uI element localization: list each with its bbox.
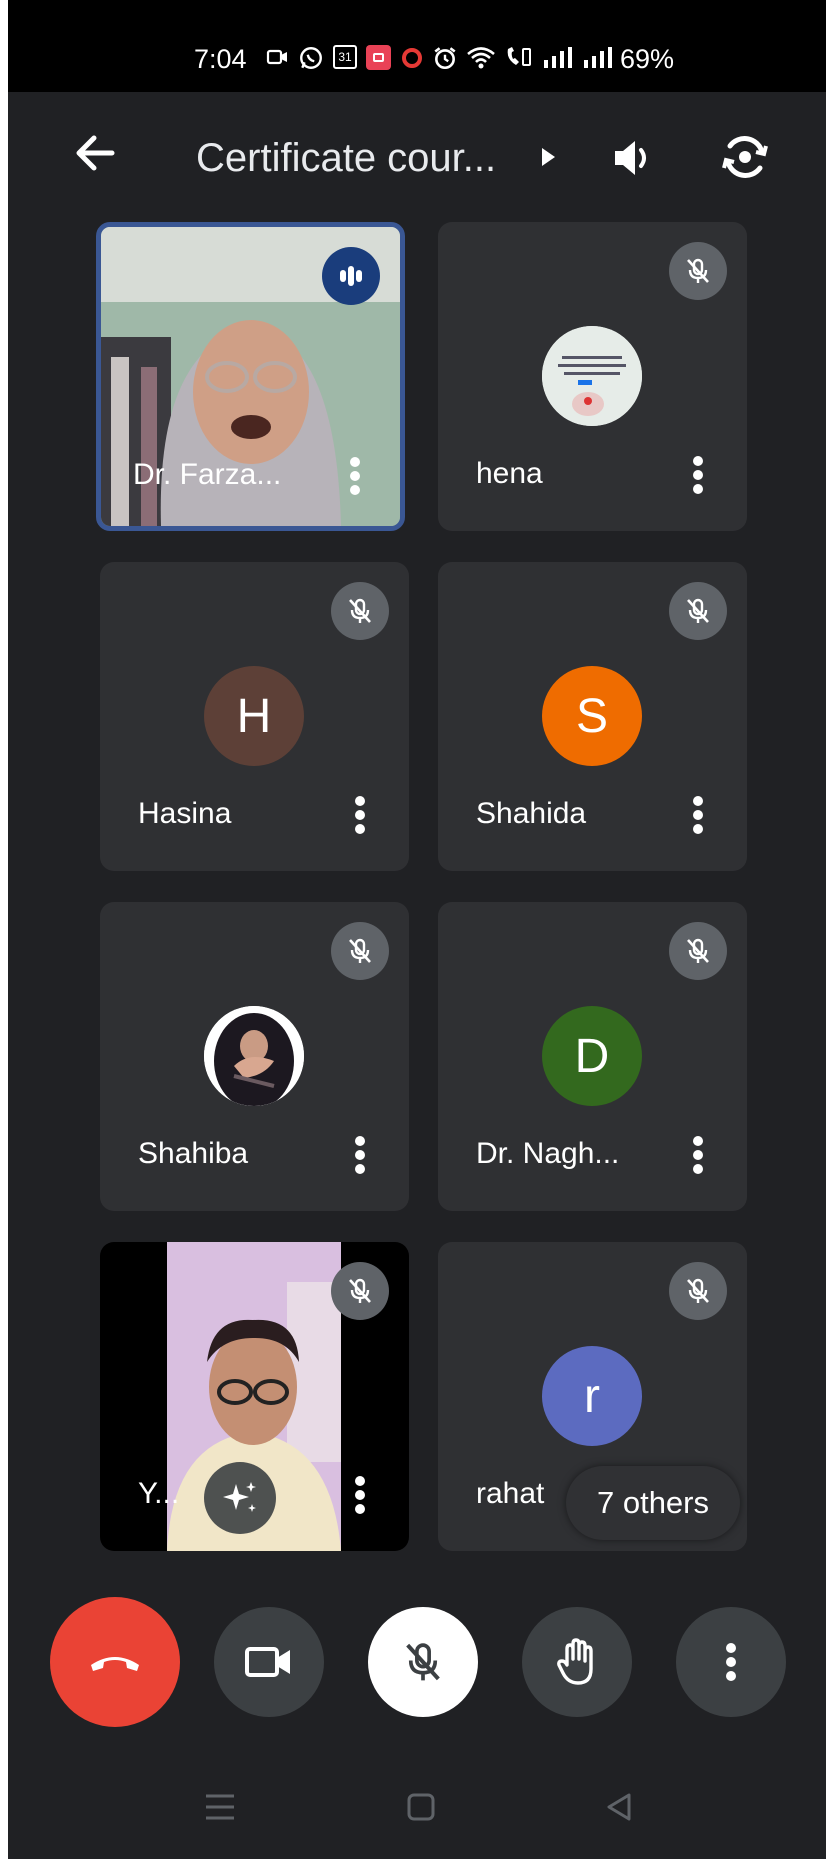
wifi-icon <box>467 47 495 69</box>
participant-tile[interactable]: D Dr. Nagh... <box>438 902 747 1211</box>
more-options-button[interactable] <box>676 1607 786 1717</box>
more-vert-icon[interactable] <box>691 795 705 835</box>
recents-icon[interactable] <box>204 1792 236 1822</box>
speaker-icon[interactable] <box>611 134 659 182</box>
status-time: 7:04 <box>194 44 247 74</box>
meeting-title[interactable]: Certificate cour... <box>196 136 496 181</box>
participant-letter-avatar: H <box>204 666 304 766</box>
participant-tile[interactable]: Y... <box>100 1242 409 1551</box>
raise-hand-button[interactable] <box>522 1607 632 1717</box>
nav-back-icon[interactable] <box>604 1792 634 1822</box>
mic-muted-icon <box>331 922 389 980</box>
others-chip[interactable]: 7 others <box>566 1466 740 1540</box>
participant-letter-avatar: D <box>542 1006 642 1106</box>
meet-call-screen: 7:04 31 69% Certificate cour... Dr. Farz… <box>8 0 826 1859</box>
whatsapp-icon <box>300 47 322 69</box>
mic-muted-icon <box>669 582 727 640</box>
end-call-button[interactable] <box>50 1597 180 1727</box>
participant-name: Y... <box>138 1477 180 1510</box>
participant-tile[interactable]: H Hasina <box>100 562 409 871</box>
system-navigation-bar <box>8 1760 826 1859</box>
calendar-icon: 31 <box>333 45 357 69</box>
participant-name: hena <box>476 457 543 490</box>
participant-name: Dr. Farza... <box>133 458 282 491</box>
participant-letter-avatar: r <box>542 1346 642 1446</box>
mic-muted-icon <box>331 582 389 640</box>
title-expand-icon[interactable] <box>542 148 555 166</box>
calendar-day: 31 <box>338 50 352 64</box>
participant-name: Hasina <box>138 797 232 830</box>
more-vert-icon[interactable] <box>691 1135 705 1175</box>
signal-icon <box>544 47 572 68</box>
signal-icon-2 <box>584 47 612 68</box>
speaking-indicator-icon <box>322 247 380 305</box>
camera-icon <box>245 1647 290 1677</box>
home-icon[interactable] <box>406 1792 436 1822</box>
circle-icon <box>402 48 422 68</box>
participant-name: Shahida <box>476 797 587 830</box>
battery-level: 69% <box>620 44 675 74</box>
camera-toggle-button[interactable] <box>214 1607 324 1717</box>
participant-tile[interactable]: Dr. Farza... <box>96 222 405 531</box>
participant-name: Shahiba <box>138 1137 249 1170</box>
participant-tile[interactable]: hena <box>438 222 747 531</box>
mic-muted-icon <box>331 1262 389 1320</box>
more-vert-icon[interactable] <box>353 1475 367 1515</box>
mic-muted-icon <box>669 922 727 980</box>
more-vert-icon[interactable] <box>348 456 362 496</box>
mic-muted-icon <box>669 242 727 300</box>
participant-name: Dr. Nagh... <box>476 1137 620 1170</box>
more-vert-icon <box>726 1643 736 1681</box>
more-vert-icon[interactable] <box>353 1135 367 1175</box>
mic-off-icon <box>406 1643 440 1681</box>
participant-photo-avatar <box>204 1006 304 1106</box>
mic-toggle-button[interactable] <box>368 1607 478 1717</box>
hand-icon <box>557 1638 593 1685</box>
volte-call-icon <box>507 47 531 66</box>
participant-photo-avatar <box>542 326 642 426</box>
end-call-icon <box>91 1657 139 1671</box>
more-vert-icon[interactable] <box>353 795 367 835</box>
meeting-app-bar: Certificate cour... <box>8 92 826 222</box>
video-recording-icon <box>266 49 287 65</box>
participant-tile[interactable]: S Shahida <box>438 562 747 871</box>
more-vert-icon[interactable] <box>691 455 705 495</box>
participant-name: rahat <box>476 1477 545 1510</box>
participant-tile[interactable]: Shahiba <box>100 902 409 1211</box>
status-bar: 7:04 31 69% <box>8 0 826 92</box>
effects-sparkle-icon[interactable] <box>204 1462 276 1534</box>
alarm-icon <box>434 47 456 70</box>
switch-camera-icon[interactable] <box>718 130 772 184</box>
participant-letter-avatar: S <box>542 666 642 766</box>
screen-record-icon <box>366 45 391 70</box>
mic-muted-icon <box>669 1262 727 1320</box>
back-arrow-icon[interactable] <box>70 128 120 178</box>
